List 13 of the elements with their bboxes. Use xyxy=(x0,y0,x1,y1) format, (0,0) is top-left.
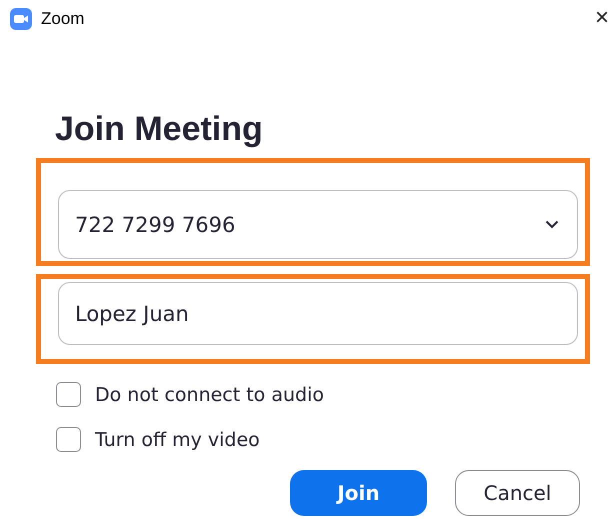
cancel-button[interactable]: Cancel xyxy=(455,470,580,516)
checkbox[interactable] xyxy=(56,382,81,407)
dialog-heading: Join Meeting xyxy=(55,109,264,149)
name-field[interactable]: Lopez Juan xyxy=(58,282,578,345)
join-button[interactable]: Join xyxy=(290,470,427,516)
checkbox[interactable] xyxy=(56,427,81,452)
meeting-id-dropdown[interactable]: 722 7299 7696 xyxy=(58,190,578,259)
app-icon xyxy=(10,8,32,30)
window-title: Zoom xyxy=(41,9,84,29)
checkbox-label: Turn off my video xyxy=(95,428,260,450)
close-button[interactable]: × xyxy=(594,6,609,30)
chevron-down-icon xyxy=(545,220,559,229)
checkbox-label: Do not connect to audio xyxy=(95,384,324,406)
